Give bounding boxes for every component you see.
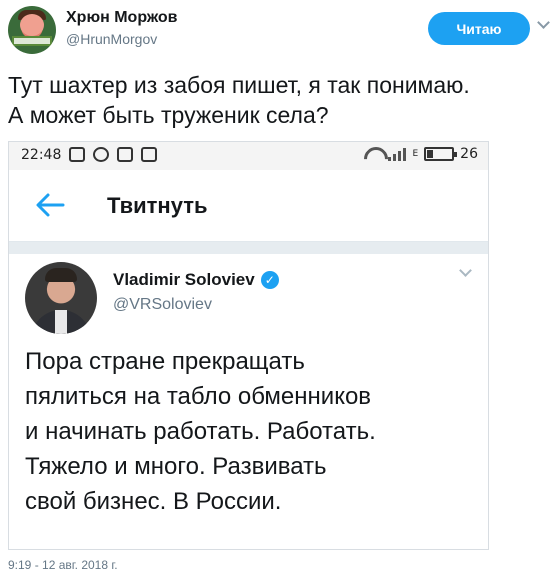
app-bar-title: Твитнуть [107,193,208,218]
wifi-icon [364,147,382,161]
author-name[interactable]: Хрюн Моржов [66,9,177,27]
back-arrow-icon[interactable] [35,192,65,218]
quoted-author-avatar[interactable] [25,262,97,334]
avatar-shirt [55,310,67,334]
author-handle[interactable]: @HrunMorgov [66,31,157,47]
chevron-down-icon[interactable] [537,16,550,29]
avatar-hair [45,268,77,282]
quoted-author-name[interactable]: Vladimir Soloviev ✓ [113,270,279,290]
chevron-down-icon[interactable] [459,264,472,277]
avatar-tag [14,38,50,44]
battery-level [427,150,434,158]
status-right-icons: E 26 [364,146,478,162]
quoted-text-line: свой бизнес. В России. [25,488,282,515]
quoted-tweet-text: Пора стране прекращать пялиться на табло… [25,344,480,519]
message-icon [69,147,85,162]
author-avatar[interactable] [8,6,56,54]
status-time: 22:48 [21,147,62,163]
verified-badge-icon: ✓ [260,271,279,289]
camera-icon [117,147,133,162]
quoted-text-line: и начинать работать. Работать. [25,418,376,445]
battery-percent: 26 [460,146,478,162]
quoted-tweet[interactable]: Vladimir Soloviev ✓ @VRSoloviev Пора стр… [9,242,488,549]
image-icon [141,147,157,162]
tweet-text-line: Тут шахтер из забоя пишет, я так понимаю… [8,72,470,98]
following-button[interactable]: Читаю [428,12,530,45]
status-notification-icons [69,147,157,162]
battery-icon [424,147,458,161]
signal-icon [388,147,407,161]
avatar-face [20,14,44,36]
phone-status-bar: 22:48 E 26 [9,142,488,170]
divider [9,242,488,254]
quoted-text-line: пялиться на табло обменников [25,383,372,410]
tweet-timestamp[interactable]: 9:19 - 12 авг. 2018 г. [8,558,118,572]
app-bar: Твитнуть [9,170,488,242]
attached-screenshot[interactable]: 22:48 E 26 Твитнуть Vladimir Soloviev ✓ … [8,141,489,550]
tweet-text: Тут шахтер из забоя пишет, я так понимаю… [8,70,554,130]
quoted-author-handle[interactable]: @VRSoloviev [113,296,212,314]
network-type: E [412,149,419,159]
quoted-text-line: Пора стране прекращать [25,348,305,375]
dnd-icon [93,147,109,162]
quoted-author-name-text: Vladimir Soloviev [113,270,255,289]
tweet-text-line: А может быть труженик села? [8,102,329,128]
quoted-text-line: Тяжело и много. Развивать [25,453,327,480]
